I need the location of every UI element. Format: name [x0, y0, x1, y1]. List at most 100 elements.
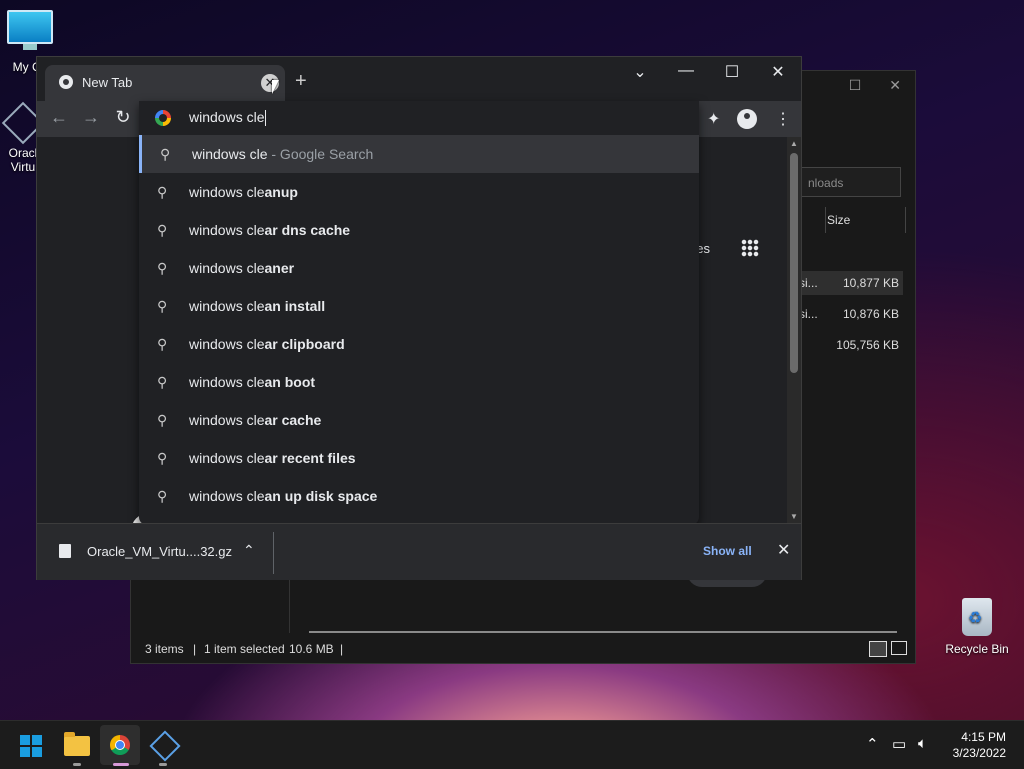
- omnibox-suggestion[interactable]: ⚲ windows clean install: [139, 287, 699, 325]
- omnibox-dropdown: windows cle ⚲ windows cle - Google Search…: [139, 101, 699, 525]
- column-divider: [905, 207, 906, 233]
- tiles-view-icon[interactable]: [891, 641, 907, 655]
- suggestion-text: windows clear cache: [189, 412, 321, 428]
- download-item-filename[interactable]: Oracle_VM_Virtu....32.gz: [87, 544, 232, 559]
- menu-kebab-icon[interactable]: ⋮: [775, 109, 791, 129]
- suggestion-completion: an up disk space: [264, 488, 378, 504]
- omnibox-input[interactable]: windows cle: [189, 109, 267, 127]
- omnibox-suggestion[interactable]: ⚲ windows clear clipboard: [139, 325, 699, 363]
- omnibox-suggestion[interactable]: ⚲ windows clean boot: [139, 363, 699, 401]
- scroll-down-arrow-icon[interactable]: ▼: [790, 512, 798, 521]
- file-row[interactable]: si... 10,876 KB: [799, 302, 903, 326]
- file-size: 10,877 KB: [842, 276, 899, 290]
- search-icon: ⚲: [157, 412, 168, 428]
- minimize-icon[interactable]: —: [671, 62, 701, 80]
- clock-time[interactable]: 4:15 PM: [950, 730, 1006, 744]
- volume-icon[interactable]: 🔈︎: [918, 735, 927, 752]
- omnibox-text: windows cle: [189, 109, 265, 125]
- file-row[interactable]: si... 10,877 KB: [799, 271, 903, 295]
- suggestion-typed-part: windows cle: [189, 336, 265, 352]
- file-row[interactable]: 105,756 KB: [799, 333, 903, 357]
- tab-new-tab[interactable]: New Tab ✕: [45, 65, 285, 101]
- scrollbar-thumb[interactable]: [790, 153, 798, 373]
- file-size: 105,756 KB: [836, 338, 899, 352]
- explorer-status-bar: 3 items | 1 item selected 10.6 MB |: [131, 635, 915, 663]
- chrome-icon: [110, 735, 130, 755]
- search-icon: ⚲: [160, 146, 171, 162]
- desktop-icon-recycle-bin[interactable]: Recycle Bin: [944, 598, 1010, 656]
- forward-arrow-icon[interactable]: →: [79, 107, 103, 128]
- column-divider: [825, 207, 826, 233]
- maximize-icon[interactable]: ☐: [717, 62, 747, 82]
- back-arrow-icon[interactable]: ←: [47, 107, 71, 128]
- close-icon[interactable]: ✕: [889, 77, 901, 94]
- file-explorer-icon[interactable]: [64, 732, 90, 756]
- suggestion-typed-part: windows cle: [189, 260, 265, 276]
- show-hidden-icons-chevron-icon[interactable]: ⌃: [866, 735, 879, 753]
- suggestion-text: windows clear dns cache: [189, 222, 350, 238]
- taskbar: ⌃ ▭ 🔈︎ 4:15 PM 3/23/2022: [0, 720, 1024, 769]
- suggestion-completion: an install: [264, 298, 326, 314]
- omnibox-suggestion[interactable]: ⚲ windows cleanup: [139, 173, 699, 211]
- windows-start-icon[interactable]: [20, 735, 42, 757]
- column-header-size[interactable]: Size: [827, 213, 850, 227]
- suggestion-text: windows cleaner: [189, 260, 294, 276]
- show-all-downloads-link[interactable]: Show all: [703, 544, 752, 558]
- status-selected-size: 10.6 MB: [289, 642, 334, 656]
- search-icon: ⚲: [157, 298, 168, 314]
- download-shelf: Oracle_VM_Virtu....32.gz ⌃ Show all ✕: [37, 523, 801, 580]
- suggestion-text: windows clean up disk space: [189, 488, 377, 504]
- omnibox-suggestion[interactable]: ⚲ windows clear dns cache: [139, 211, 699, 249]
- tab-search-chevron-icon[interactable]: ⌄: [625, 62, 655, 82]
- suggestion-text: windows clear recent files: [189, 450, 356, 466]
- explorer-search-input[interactable]: nloads: [799, 167, 901, 197]
- monitor-icon: [7, 10, 53, 44]
- chrome-favicon-icon: [59, 75, 73, 89]
- text-caret: [265, 110, 267, 127]
- new-tab-button[interactable]: +: [295, 70, 307, 93]
- chevron-up-icon[interactable]: ⌃: [243, 542, 255, 559]
- suggestion-suffix: - Google Search: [267, 146, 374, 162]
- omnibox-suggestion[interactable]: ⚲ windows clear recent files: [139, 439, 699, 477]
- tab-strip: New Tab ✕ + ⌄ — ☐ ✕: [37, 57, 801, 101]
- suggestion-text: windows clean install: [189, 298, 325, 314]
- reload-icon[interactable]: ↻: [111, 107, 135, 128]
- search-icon: ⚲: [157, 222, 168, 238]
- suggestion-text: windows cle - Google Search: [192, 146, 373, 162]
- omnibox[interactable]: windows cle: [139, 101, 699, 135]
- extensions-puzzle-icon[interactable]: ✦: [707, 109, 720, 129]
- omnibox-suggestion[interactable]: ⚲ windows clear cache: [139, 401, 699, 439]
- search-icon: ⚲: [157, 488, 168, 504]
- details-view-icon[interactable]: [869, 641, 887, 657]
- close-window-icon[interactable]: ✕: [763, 62, 793, 82]
- chrome-window[interactable]: New Tab ✕ + ⌄ — ☐ ✕ ← → ↻ ✦ ⋮ ges e Chro…: [36, 56, 802, 587]
- suggestion-typed-part: windows cle: [189, 412, 265, 428]
- scroll-up-arrow-icon[interactable]: ▲: [790, 139, 798, 148]
- network-icon[interactable]: ▭: [892, 735, 906, 753]
- profile-avatar-icon[interactable]: [737, 109, 757, 129]
- suggestion-text: windows clean boot: [189, 374, 315, 390]
- virtualbox-taskbar-icon[interactable]: [149, 730, 181, 762]
- download-divider: [273, 532, 274, 574]
- clock-date[interactable]: 3/23/2022: [944, 746, 1006, 760]
- suggestion-completion: aner: [264, 260, 295, 276]
- desktop-icon-label: Recycle Bin: [945, 642, 1009, 656]
- suggestion-typed-part: windows cle: [189, 374, 265, 390]
- suggestion-completion: ar recent files: [264, 450, 356, 466]
- close-download-shelf-icon[interactable]: ✕: [777, 540, 790, 560]
- search-icon: ⚲: [157, 374, 168, 390]
- suggestion-typed-part: windows cle: [192, 146, 268, 162]
- omnibox-suggestion[interactable]: ⚲ windows cle - Google Search: [139, 135, 699, 173]
- search-icon: ⚲: [157, 184, 168, 200]
- apps-grid-icon[interactable]: [741, 239, 759, 257]
- omnibox-suggestion[interactable]: ⚲ windows clean up disk space: [139, 477, 699, 515]
- search-icon: ⚲: [157, 450, 168, 466]
- suggestion-text: windows clear clipboard: [189, 336, 345, 352]
- running-indicator: [159, 763, 167, 766]
- explorer-horizontal-scrollbar[interactable]: [309, 631, 897, 633]
- running-indicator: [73, 763, 81, 766]
- maximize-icon[interactable]: ☐: [849, 77, 862, 94]
- omnibox-suggestion[interactable]: ⚲ windows cleaner: [139, 249, 699, 287]
- suggestion-completion: anup: [264, 184, 298, 200]
- status-item-count: 3 items: [145, 642, 184, 656]
